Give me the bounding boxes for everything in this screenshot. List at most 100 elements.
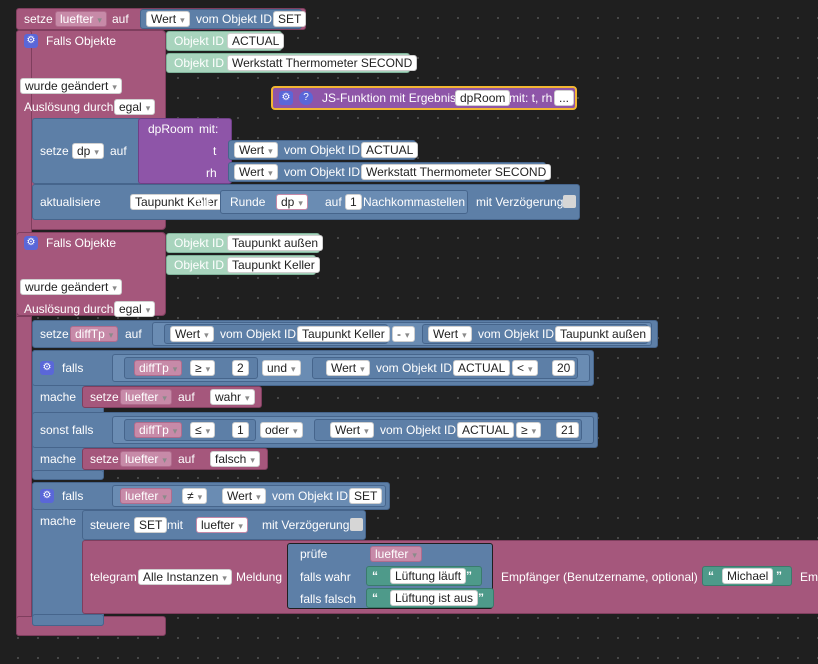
- und-dropdown[interactable]: und ▾: [262, 360, 301, 376]
- wert-dropdown[interactable]: Wert ▾: [428, 326, 472, 342]
- wurde-geaendert-dropdown[interactable]: wurde geändert ▾: [20, 78, 122, 94]
- vom-objekt-id-label: vom Objekt ID: [376, 361, 453, 375]
- var-luefter[interactable]: luefter ▾: [370, 546, 422, 562]
- wert-dropdown[interactable]: Wert ▾: [234, 142, 278, 158]
- objekt-id-label: Objekt ID: [174, 236, 225, 250]
- var-dropdown-difftp[interactable]: diffTp ▾: [70, 326, 119, 342]
- wurde-geaendert-dropdown[interactable]: wurde geändert ▾: [20, 279, 122, 295]
- wahr-dropdown[interactable]: wahr ▾: [210, 389, 255, 405]
- operator-lt[interactable]: < ▾: [512, 360, 538, 376]
- sonst-falls-label: sonst falls: [40, 423, 94, 437]
- aktualisiere-label: aktualisiere: [40, 195, 101, 209]
- wert-dropdown[interactable]: Wert ▾: [326, 360, 370, 376]
- mit-label: mit: [167, 518, 183, 532]
- gear-icon[interactable]: ⚙: [40, 361, 54, 375]
- operator-ge[interactable]: ≥ ▾: [190, 360, 216, 376]
- object-id-actual[interactable]: ACTUAL: [453, 360, 511, 376]
- js-function-more[interactable]: ...: [554, 90, 575, 106]
- gear-icon[interactable]: ⚙: [40, 489, 54, 503]
- var-dropdown-difftp[interactable]: diffTp ▾: [134, 360, 183, 376]
- var-dropdown-luefter[interactable]: luefter ▾: [120, 389, 172, 405]
- object-id-actual[interactable]: ACTUAL: [457, 422, 515, 438]
- verzoegerung-checkbox[interactable]: [350, 518, 363, 531]
- instance-dropdown[interactable]: Alle Instanzen ▾: [138, 569, 232, 585]
- number-2[interactable]: 2: [232, 360, 249, 376]
- text-lueftung-ist-aus[interactable]: Lüftung ist aus: [390, 590, 479, 606]
- oder-dropdown[interactable]: oder ▾: [260, 422, 303, 438]
- var-dropdown-luefter[interactable]: luefter ▾: [55, 11, 107, 27]
- mache-label: mache: [40, 452, 77, 466]
- text-michael[interactable]: Michael: [722, 568, 774, 584]
- auf-label: auf: [125, 327, 142, 341]
- object-id-taupunkt-aussen[interactable]: Taupunkt außen: [227, 235, 324, 251]
- js-function-name[interactable]: dpRoom: [455, 90, 511, 106]
- object-id-actual[interactable]: ACTUAL: [361, 142, 419, 158]
- number-21[interactable]: 21: [556, 422, 580, 438]
- number-20[interactable]: 20: [552, 360, 576, 376]
- wert-dropdown[interactable]: Wert ▾: [146, 11, 190, 27]
- object-id-set[interactable]: SET: [349, 488, 383, 504]
- var-dropdown-luefter[interactable]: luefter ▾: [120, 488, 172, 504]
- quote-close-icon: ”: [466, 569, 472, 583]
- setze-label: setze: [90, 390, 119, 404]
- operator-ne[interactable]: ≠ ▾: [182, 488, 208, 504]
- vom-objekt-id-label: vom Objekt ID: [478, 327, 555, 341]
- gear-icon[interactable]: ⚙: [24, 236, 38, 250]
- object-id-actual[interactable]: ACTUAL: [227, 33, 285, 49]
- setze-label: setze: [40, 327, 69, 341]
- text-lueftung-laeuft[interactable]: Lüftung läuft: [390, 568, 467, 584]
- empfaenger-label: Empfänger (Benutzername, optional): [501, 570, 698, 584]
- dproom-label: dpRoom: [148, 122, 194, 136]
- var-dropdown-dp[interactable]: dp ▾: [276, 194, 308, 210]
- wert-dropdown[interactable]: Wert ▾: [330, 422, 374, 438]
- auf-label: auf: [178, 452, 195, 466]
- var-dropdown-difftp[interactable]: diffTp ▾: [134, 422, 183, 438]
- object-id-set[interactable]: SET: [273, 11, 307, 27]
- object-id-werkstatt[interactable]: Werkstatt Thermometer SECOND: [227, 55, 418, 71]
- egal-dropdown[interactable]: egal ▾: [114, 99, 156, 115]
- digits-value[interactable]: 1: [345, 194, 362, 210]
- minus-operator[interactable]: - ▾: [392, 326, 415, 342]
- gear-icon[interactable]: ⚙: [279, 91, 293, 105]
- mit-label: mit:: [199, 122, 219, 136]
- object-id-werkstatt[interactable]: Werkstatt Thermometer SECOND: [361, 164, 552, 180]
- quote-open-icon: “: [372, 569, 378, 583]
- falls-label: falls: [62, 361, 84, 375]
- objekt-id-label: Objekt ID: [174, 258, 225, 272]
- egal-dropdown[interactable]: egal ▾: [114, 301, 156, 317]
- number-1[interactable]: 1: [232, 422, 249, 438]
- trigger2-inner-rail: [16, 316, 32, 634]
- object-id-taupunkt-keller[interactable]: Taupunkt Keller: [297, 326, 390, 342]
- falsch-dropdown[interactable]: falsch ▾: [210, 451, 260, 467]
- vom-objekt-id-label: vom Objekt ID: [284, 143, 361, 157]
- falls-label: falls: [62, 489, 84, 503]
- verzoegerung-checkbox[interactable]: [563, 195, 576, 208]
- em-label: Em: [800, 570, 818, 584]
- var-dropdown-dp[interactable]: dp ▾: [72, 143, 104, 159]
- gear-icon[interactable]: ⚙: [24, 34, 38, 48]
- object-id-taupunkt-keller[interactable]: Taupunkt Keller: [227, 257, 320, 273]
- operator-le[interactable]: ≤ ▾: [190, 422, 216, 438]
- wert-dropdown[interactable]: Wert ▾: [170, 326, 214, 342]
- var-luefter[interactable]: luefter ▾: [196, 517, 248, 533]
- auf-label: auf: [325, 195, 342, 209]
- operator-ge[interactable]: ≥ ▾: [516, 422, 542, 438]
- nachkommastellen-label: Nachkommastellen: [363, 195, 466, 209]
- target-set[interactable]: SET: [134, 517, 168, 533]
- mache-label: mache: [40, 514, 77, 528]
- quote-open-icon: “: [372, 591, 378, 605]
- var-dropdown-luefter[interactable]: luefter ▾: [120, 451, 172, 467]
- mit-label: mit: [194, 195, 210, 209]
- js-function-label: JS-Funktion mit Ergebnis: [322, 91, 457, 105]
- mit-verzoegerung-label: mit Verzögerung: [476, 195, 564, 209]
- wert-dropdown[interactable]: Wert ▾: [222, 488, 266, 504]
- quote-close-icon: ”: [776, 569, 782, 583]
- if2-bottom: [32, 614, 104, 626]
- auf-label: auf: [110, 144, 127, 158]
- object-id-taupunkt-aussen[interactable]: Taupunkt außen: [555, 326, 652, 342]
- falls-wahr-label: falls wahr: [300, 570, 351, 584]
- mache-label: mache: [40, 390, 77, 404]
- wert-dropdown[interactable]: Wert ▾: [234, 164, 278, 180]
- vom-objekt-id-label: vom Objekt ID: [220, 327, 297, 341]
- help-icon[interactable]: ?: [299, 91, 313, 105]
